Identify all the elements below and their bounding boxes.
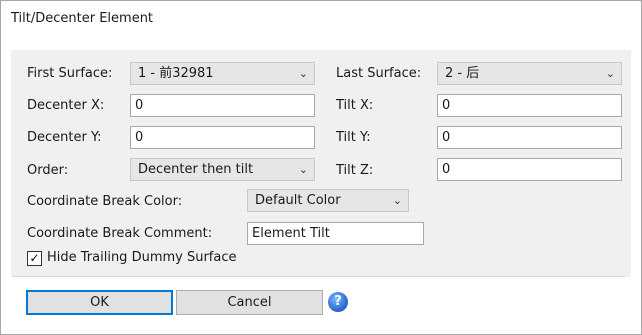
chevron-down-icon: ⌄ <box>298 163 308 176</box>
chevron-down-icon: ⌄ <box>298 67 308 80</box>
last-surface-dropdown[interactable]: 2 - 后 ⌄ <box>437 62 622 85</box>
coord-break-comment-input[interactable]: Element Tilt <box>247 222 424 245</box>
first-surface-dropdown[interactable]: 1 - 前32981 ⌄ <box>130 62 315 85</box>
first-surface-value: 1 - 前32981 <box>138 66 214 81</box>
tilt-z-input[interactable]: 0 <box>437 158 622 181</box>
tilt-y-input[interactable]: 0 <box>437 126 622 149</box>
tilt-x-label: Tilt X: <box>336 98 374 113</box>
coord-break-color-value: Default Color <box>255 193 341 208</box>
hide-trailing-checkbox[interactable]: ✓ <box>27 251 42 266</box>
first-surface-label: First Surface: <box>27 66 113 81</box>
dialog-title: Tilt/Decenter Element <box>11 11 154 26</box>
tilt-x-input[interactable]: 0 <box>437 94 622 117</box>
tilt-y-label: Tilt Y: <box>336 130 371 145</box>
order-label: Order: <box>27 163 69 178</box>
last-surface-label: Last Surface: <box>336 66 422 81</box>
decenter-y-label: Decenter Y: <box>27 130 102 145</box>
last-surface-value: 2 - 后 <box>445 66 480 81</box>
tilt-z-label: Tilt Z: <box>336 163 374 178</box>
checkmark-icon: ✓ <box>29 251 40 265</box>
ok-button[interactable]: OK <box>26 290 173 315</box>
dialog-window: Tilt/Decenter Element First Surface: 1 -… <box>0 0 642 335</box>
cancel-button[interactable]: Cancel <box>176 290 323 315</box>
chevron-down-icon: ⌄ <box>392 194 402 207</box>
hide-trailing-label: Hide Trailing Dummy Surface <box>47 250 237 265</box>
decenter-y-input[interactable]: 0 <box>130 126 315 149</box>
decenter-x-input[interactable]: 0 <box>130 94 315 117</box>
coord-break-color-label: Coordinate Break Color: <box>27 194 183 209</box>
help-icon[interactable]: ? <box>328 292 348 312</box>
coord-break-comment-label: Coordinate Break Comment: <box>27 226 213 241</box>
coord-break-color-dropdown[interactable]: Default Color ⌄ <box>247 189 409 212</box>
divider <box>13 276 625 277</box>
order-dropdown[interactable]: Decenter then tilt ⌄ <box>130 158 315 181</box>
chevron-down-icon: ⌄ <box>605 67 615 80</box>
decenter-x-label: Decenter X: <box>27 98 105 113</box>
order-value: Decenter then tilt <box>138 162 254 177</box>
